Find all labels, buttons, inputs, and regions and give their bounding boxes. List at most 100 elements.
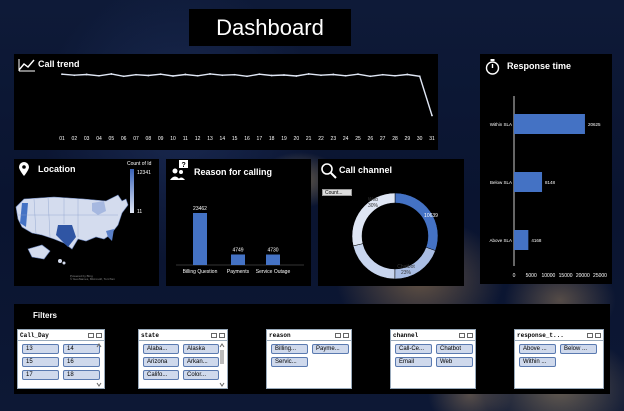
- bar: [514, 114, 585, 134]
- clear-filter-icon[interactable]: [343, 332, 349, 338]
- x-tick-label: 23: [331, 136, 337, 142]
- call-trend-point: [196, 74, 199, 77]
- bar: [266, 254, 280, 265]
- call-trend-point: [172, 75, 174, 77]
- multi-select-icon[interactable]: [335, 332, 341, 338]
- call-trend-point: [270, 74, 273, 77]
- slicer-header: Call_Day: [20, 331, 49, 339]
- call-trend-point: [258, 73, 261, 76]
- call-trend-point: [344, 74, 347, 77]
- call-trend-point: [73, 74, 76, 77]
- call-trend-point: [135, 73, 137, 76]
- call-trend-point: [357, 73, 359, 76]
- x-tick-label: 0: [513, 273, 516, 279]
- bar: [231, 254, 245, 265]
- multi-select-icon[interactable]: [88, 332, 94, 338]
- call-trend-point: [98, 74, 100, 77]
- call-trend-point: [184, 73, 187, 76]
- filters-title: Filters: [33, 311, 58, 320]
- state-slicer[interactable]: state Alaba... Alaska Arizona Arkan... C…: [138, 329, 228, 389]
- slicer-item[interactable]: Above ...: [519, 344, 556, 354]
- call-trend-point: [406, 73, 409, 76]
- slicer-item[interactable]: Califo...: [143, 370, 179, 380]
- call-trend-point: [110, 73, 113, 75]
- call-trend-point: [221, 74, 224, 77]
- slicer-item[interactable]: Arkan...: [183, 357, 219, 367]
- call-trend-point: [233, 73, 236, 76]
- slicer-item[interactable]: Chatbot: [436, 344, 473, 354]
- slicer-scrollbar[interactable]: [219, 343, 225, 387]
- response-slicer[interactable]: response_t... Above ... Below ... Within…: [514, 329, 604, 389]
- slicer-item[interactable]: Arizona: [143, 357, 179, 367]
- multi-select-icon[interactable]: [211, 332, 217, 338]
- slicer-item[interactable]: 14: [63, 344, 100, 354]
- call-trend-point: [394, 74, 396, 77]
- data-label: 20625: [588, 122, 601, 127]
- clear-filter-icon[interactable]: [467, 332, 473, 338]
- slice-label: 30%: [368, 203, 379, 209]
- x-tick-label: 01: [59, 136, 65, 142]
- slice-label: 23%: [401, 270, 412, 276]
- slicer-header: channel: [393, 331, 419, 339]
- map-legend-min: 11: [137, 209, 143, 215]
- call-day-slicer[interactable]: Call_Day 13 14 15 16 17 18: [17, 329, 105, 389]
- slicer-scrollbar[interactable]: [96, 343, 102, 387]
- slicer-item[interactable]: Servic...: [271, 357, 308, 367]
- x-tick-label: 07: [133, 136, 139, 142]
- slicer-item[interactable]: Web: [436, 357, 473, 367]
- bar: [193, 213, 207, 265]
- x-tick-label: 5000: [526, 273, 537, 279]
- us-map: [15, 194, 129, 265]
- call-trend-point: [246, 75, 248, 78]
- channel-slicer[interactable]: channel Call-Ce... Chatbot Email Web: [390, 329, 476, 389]
- slicer-item[interactable]: 16: [63, 357, 100, 367]
- slicer-item[interactable]: Alaba...: [143, 344, 179, 354]
- slicer-item[interactable]: Call-Ce...: [395, 344, 432, 354]
- slicer-item[interactable]: 15: [22, 357, 59, 367]
- reason-slicer[interactable]: reason Billing... Payme... Servic...: [266, 329, 352, 389]
- call-trend-point: [418, 75, 421, 78]
- slicer-item[interactable]: Color...: [183, 370, 219, 380]
- slicer-item[interactable]: Within ...: [519, 357, 556, 367]
- slicer-item[interactable]: 18: [63, 370, 100, 380]
- call-trend-point: [85, 73, 88, 76]
- x-tick-label: 15000: [559, 273, 573, 279]
- x-tick-label: 09: [158, 136, 164, 142]
- response-time-chart: Within SLA 20625 Below SLA 8148 Above SLA 416…: [489, 96, 607, 279]
- slicer-item[interactable]: Alaska: [183, 344, 219, 354]
- slicer-header: response_t...: [517, 331, 564, 339]
- x-tick-label: 26: [368, 136, 374, 142]
- x-tick-label: 28: [392, 136, 398, 142]
- map-legend-scale: [130, 169, 134, 213]
- clear-filter-icon[interactable]: [595, 332, 601, 338]
- slicer-item[interactable]: Payme...: [312, 344, 349, 354]
- map-pin-icon: [19, 162, 29, 176]
- call-trend-point: [332, 73, 335, 76]
- slicer-item[interactable]: Email: [395, 357, 432, 367]
- x-tick-label: 27: [380, 136, 386, 142]
- slicer-item[interactable]: 13: [22, 344, 59, 354]
- slicer-item[interactable]: Below ...: [560, 344, 597, 354]
- call-trend-point: [381, 73, 384, 76]
- x-tick-label: 29: [405, 136, 411, 142]
- slicer-item[interactable]: Billing...: [271, 344, 308, 354]
- clear-filter-icon[interactable]: [219, 332, 225, 338]
- x-tick-label: 21: [306, 136, 312, 142]
- multi-select-icon[interactable]: [459, 332, 465, 338]
- call-trend-point: [320, 74, 322, 77]
- call-trend-chart: 01 02 03 04 05 06 07 08 09 10 11 12 13 14 15 16 17 18 19 20…: [59, 73, 435, 142]
- bar: [514, 230, 529, 250]
- reason-panel: ? Reason for calling 23462 Billing Questi…: [166, 159, 311, 286]
- category-label: Above SLA: [489, 238, 512, 243]
- clear-filter-icon[interactable]: [96, 332, 102, 338]
- channel-donut: 10639Web30%Chatbot23%: [351, 192, 439, 280]
- map-legend-title: Count of Id: [127, 161, 152, 167]
- reason-chart: 23462 Billing Question 4749 Payments 4730 Ser…: [176, 206, 304, 275]
- slicer-item[interactable]: 17: [22, 370, 59, 380]
- x-tick-label: 13: [207, 136, 213, 142]
- call-trend-point: [295, 75, 298, 77]
- data-label: 23462: [193, 206, 207, 212]
- multi-select-icon[interactable]: [587, 332, 593, 338]
- data-label: 4730: [267, 248, 278, 254]
- map-legend-max: 12341: [137, 170, 151, 176]
